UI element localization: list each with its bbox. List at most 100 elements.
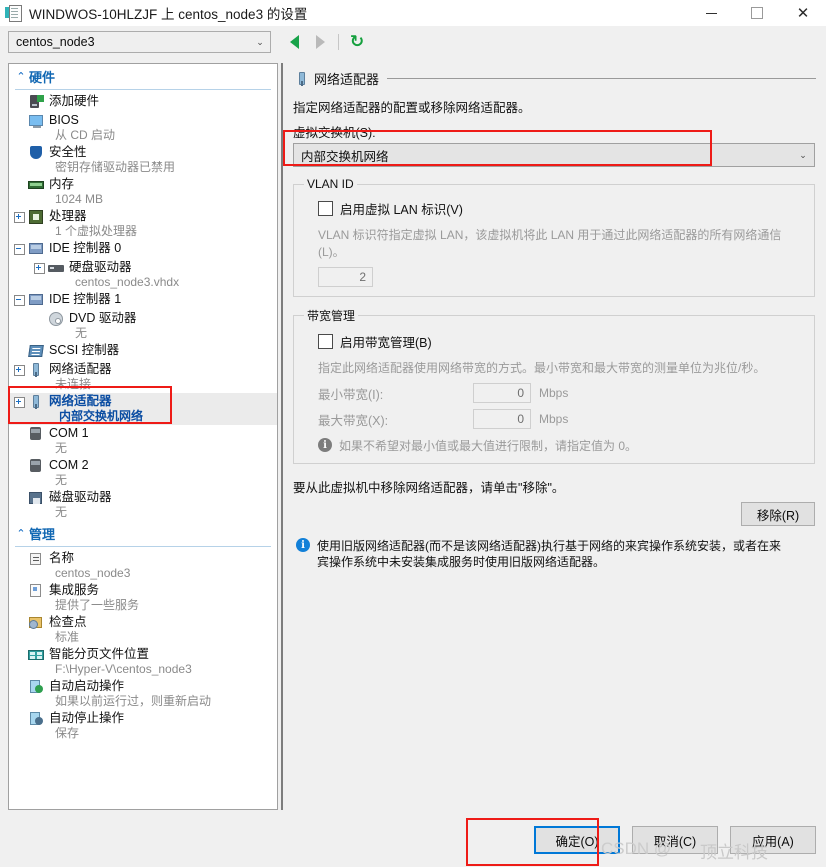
tree-item-label: BIOS (49, 113, 79, 127)
refresh-button[interactable]: ↻ (344, 30, 370, 54)
tree-item-text: 集成服务 提供了一些服务 (49, 583, 139, 613)
tree-item-自动停止操作[interactable]: 自动停止操作 保存 (9, 710, 277, 742)
tree-item-检查点[interactable]: 检查点 标准 (9, 614, 277, 646)
tree-item-内存[interactable]: 内存 1024 MB (9, 176, 277, 208)
tree-expander (13, 585, 26, 598)
tree-item-自动启动操作[interactable]: 自动启动操作 如果以前运行过，则重新启动 (9, 678, 277, 710)
maximize-button[interactable] (734, 0, 780, 26)
enable-bandwidth-checkbox[interactable] (318, 334, 333, 349)
tree-expander[interactable] (33, 262, 46, 275)
tree-expander (13, 115, 26, 128)
tree-group-header-1[interactable]: ⌃ 管理 (9, 521, 277, 545)
tree-item-DVD-驱动器[interactable]: DVD 驱动器无 (9, 310, 277, 342)
tree-item-COM-1[interactable]: COM 1无 (9, 425, 277, 457)
tree-item-sublabel: 无 (55, 505, 68, 519)
network-adapter-icon (26, 362, 46, 378)
tree-item-text: 内存 1024 MB (49, 177, 103, 207)
tree-item-sublabel: 无 (75, 326, 88, 340)
tree-item-sublabel: 从 CD 启动 (55, 128, 116, 142)
max-bandwidth-input[interactable]: 0 (473, 409, 531, 429)
tree-item-添加硬件[interactable]: 添加硬件 (9, 93, 277, 112)
expand-plus-icon (14, 365, 25, 376)
max-bandwidth-row: 最大带宽(X): 0 Mbps (318, 409, 804, 429)
min-bandwidth-input[interactable]: 0 (473, 383, 531, 403)
collapse-minus-icon (14, 244, 25, 255)
ide-controller-icon (26, 241, 46, 257)
back-button[interactable] (281, 30, 307, 54)
ide-controller-icon (26, 292, 46, 308)
enable-vlan-checkbox[interactable] (318, 201, 333, 216)
tree-item-sublabel: 密钥存储驱动器已禁用 (55, 160, 176, 174)
minimize-button[interactable] (688, 0, 734, 26)
tree-item-sublabel: centos_node3.vhdx (75, 275, 180, 289)
tree-item-集成服务[interactable]: 集成服务 提供了一些服务 (9, 582, 277, 614)
tree-item-网络适配器[interactable]: 网络适配器 内部交换机网络 (9, 393, 277, 425)
tree-item-名称[interactable]: 名称 centos_node3 (9, 550, 277, 582)
tree-item-COM-2[interactable]: COM 2无 (9, 457, 277, 489)
tree-item-网络适配器[interactable]: 网络适配器 未连接 (9, 361, 277, 393)
tree-item-text: IDE 控制器 0 (49, 241, 121, 256)
tree-item-label: 自动启动操作 (49, 679, 125, 693)
tree-expander[interactable] (13, 364, 26, 377)
tree-expander[interactable] (13, 211, 26, 224)
tree-item-SCSI-控制器[interactable]: SCSI 控制器 (9, 342, 277, 361)
close-button[interactable]: ✕ (780, 0, 826, 26)
tree-expander[interactable] (13, 294, 26, 307)
tree-item-label: 安全性 (49, 145, 87, 159)
tree-item-BIOS[interactable]: BIOS 从 CD 启动 (9, 112, 277, 144)
remove-button[interactable]: 移除(R) (741, 502, 815, 526)
tree-expander (13, 96, 26, 109)
splitter[interactable] (278, 63, 285, 810)
tree-item-磁盘驱动器[interactable]: 磁盘驱动器无 (9, 489, 277, 521)
tree-item-label: 磁盘驱动器 (49, 490, 112, 504)
tree-group-title: 管理 (29, 527, 56, 542)
enable-bandwidth-row[interactable]: 启用带宽管理(B) (318, 332, 804, 351)
expand-plus-icon (14, 397, 25, 408)
tree-item-sublabel: 如果以前运行过，则重新启动 (55, 694, 212, 708)
tree-group-title: 硬件 (29, 70, 56, 85)
tree-item-IDE-控制器-1[interactable]: IDE 控制器 1 (9, 291, 277, 310)
smart-paging-icon (26, 647, 46, 663)
tree-item-text: COM 2无 (49, 458, 89, 488)
tree-item-label: 硬盘驱动器 (69, 260, 132, 274)
com-port-icon (26, 426, 46, 442)
tree-item-智能分页文件位置[interactable]: 智能分页文件位置 F:\Hyper-V\centos_node3 (9, 646, 277, 678)
toolbar-nav: ↻ (281, 30, 370, 54)
forward-button[interactable] (307, 30, 333, 54)
tree-expander[interactable] (13, 243, 26, 256)
tree-item-安全性[interactable]: 安全性 密钥存储驱动器已禁用 (9, 144, 277, 176)
tree-expander (13, 179, 26, 192)
tree-item-label: SCSI 控制器 (49, 343, 120, 357)
ok-button[interactable]: 确定(O) (534, 826, 620, 854)
tree-item-处理器[interactable]: 处理器 1 个虚拟处理器 (9, 208, 277, 240)
network-adapter-icon (292, 71, 310, 87)
header-rule (387, 78, 816, 79)
settings-tree[interactable]: ⌃ 硬件 添加硬件 BIOS 从 CD 启动 安全性 密钥存储驱动器已禁用 内存 1024 MB… (8, 63, 278, 810)
chevron-down-icon: ⌄ (799, 149, 807, 160)
apply-button[interactable]: 应用(A) (730, 826, 816, 854)
footer-buttons: 确定(O) 取消(C) 应用(A) (522, 826, 816, 854)
panel-description: 指定网络适配器的配置或移除网络适配器。 (293, 101, 531, 115)
min-bandwidth-unit: Mbps (539, 386, 569, 400)
enable-vlan-row[interactable]: 启用虚拟 LAN 标识(V) (318, 199, 804, 218)
memory-icon (26, 177, 46, 193)
tree-item-IDE-控制器-0[interactable]: IDE 控制器 0 (9, 240, 277, 259)
name-icon (26, 551, 46, 567)
tree-item-text: 安全性 密钥存储驱动器已禁用 (49, 145, 175, 175)
tree-group-rule (15, 89, 271, 90)
vm-selector-combobox[interactable]: centos_node3 ⌄ (8, 31, 271, 53)
cancel-button[interactable]: 取消(C) (632, 826, 718, 854)
tree-expander (13, 492, 26, 505)
tree-item-label: DVD 驱动器 (69, 311, 137, 325)
expand-plus-icon (34, 263, 45, 274)
tree-group-header-0[interactable]: ⌃ 硬件 (9, 64, 277, 88)
tree-item-label: COM 1 (49, 426, 89, 440)
tree-item-硬盘驱动器[interactable]: 硬盘驱动器 centos_node3.vhdx (9, 259, 277, 291)
bios-monitor-icon (26, 113, 46, 129)
processor-icon (26, 209, 46, 225)
tree-item-text: 添加硬件 (49, 94, 99, 109)
tree-item-text: 名称 centos_node3 (49, 551, 130, 581)
tree-expander[interactable] (13, 396, 26, 409)
vlan-id-input[interactable]: 2 (318, 267, 373, 287)
virtual-switch-combobox[interactable]: 内部交换机网络 ⌄ (293, 143, 815, 167)
